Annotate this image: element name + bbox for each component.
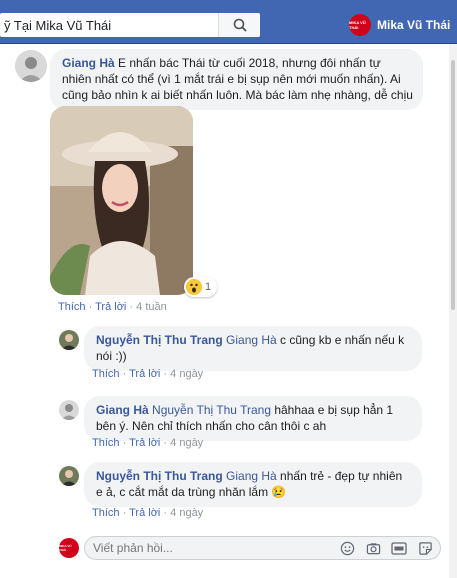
search-input[interactable] — [0, 13, 218, 37]
search-icon — [233, 18, 247, 32]
wow-emoji-icon — [186, 279, 202, 295]
separator: · — [129, 301, 134, 313]
like-link[interactable]: Thích — [92, 507, 120, 519]
camera-icon[interactable] — [364, 539, 382, 557]
reply-tag[interactable]: Nguyễn Thị Thu Trang — [152, 403, 271, 417]
reply-link[interactable]: Trả lời — [129, 437, 160, 449]
like-link[interactable]: Thích — [92, 368, 120, 380]
main-comment-actions: Thích · Trả lời · 4 tuần — [58, 301, 167, 313]
profile-avatar: MIKA VŨ THÁI — [349, 14, 371, 36]
separator: · — [122, 507, 127, 519]
avatar-giang-ha[interactable] — [59, 400, 79, 420]
comment-photo[interactable] — [50, 106, 193, 295]
top-bar: MIKA VŨ THÁI Mika Vũ Thái — [0, 0, 457, 44]
reply-time[interactable]: 4 ngày — [170, 507, 203, 519]
profile-name: Mika Vũ Thái — [377, 18, 451, 32]
main-comment-bubble: Giang Hà E nhấn bác Thái từ cuối 2018, n… — [50, 49, 423, 110]
reply-input[interactable] — [85, 541, 330, 555]
separator: · — [163, 368, 168, 380]
current-user-logo-text: MIKA VŨ THÁI — [59, 544, 72, 552]
profile-link[interactable]: MIKA VŨ THÁI Mika Vũ Thái — [349, 14, 450, 36]
reply-author[interactable]: Nguyễn Thị Thu Trang — [96, 333, 223, 347]
reply-tag[interactable]: Giang Hà — [226, 333, 277, 347]
reply-box — [84, 536, 441, 560]
reply-icons — [330, 539, 440, 557]
comment-text: E nhấn bác Thái từ cuối 2018, nhưng đôi … — [62, 56, 413, 102]
like-link[interactable]: Thích — [92, 437, 120, 449]
avatar-giang-ha[interactable] — [15, 50, 47, 82]
reaction-count: 1 — [205, 281, 212, 293]
search-box — [0, 13, 260, 37]
avatar-nguyen-thi-thu-trang[interactable] — [59, 330, 79, 350]
gif-icon[interactable] — [390, 539, 408, 557]
current-user-avatar: MIKA VŨ THÁI — [59, 538, 79, 558]
separator: · — [163, 437, 168, 449]
avatar-nguyen-thi-thu-trang[interactable] — [59, 466, 79, 486]
separator: · — [88, 301, 93, 313]
sticker-icon[interactable] — [416, 539, 434, 557]
like-link[interactable]: Thích — [58, 301, 86, 313]
reply-time[interactable]: 4 ngày — [170, 437, 203, 449]
search-button[interactable] — [218, 13, 260, 37]
reply-bubble: Nguyễn Thị Thu Trang Giang Hà nhấn trẻ -… — [84, 462, 422, 507]
separator: · — [163, 507, 168, 519]
profile-logo-text: MIKA VŨ THÁI — [349, 20, 366, 30]
reply-link[interactable]: Trả lời — [129, 507, 160, 519]
separator: · — [122, 368, 127, 380]
comment-time[interactable]: 4 tuần — [136, 301, 167, 313]
reply-link[interactable]: Trả lời — [95, 301, 126, 313]
reply-actions: Thích · Trả lời · 4 ngày — [92, 368, 203, 380]
emoji-icon[interactable] — [338, 539, 356, 557]
reply-actions: Thích · Trả lời · 4 ngày — [92, 507, 203, 519]
reply-bubble: Giang Hà Nguyễn Thị Thu Trang hâhhaa e b… — [84, 396, 422, 441]
comment-author[interactable]: Giang Hà — [62, 56, 115, 70]
separator: · — [122, 437, 127, 449]
reply-tag[interactable]: Giang Hà — [226, 469, 277, 483]
scrollbar-thumb[interactable] — [451, 60, 455, 310]
reply-author[interactable]: Nguyễn Thị Thu Trang — [96, 469, 223, 483]
reply-time[interactable]: 4 ngày — [170, 368, 203, 380]
reply-bubble: Nguyễn Thị Thu Trang Giang Hà c cũng kb … — [84, 326, 422, 371]
reply-author[interactable]: Giang Hà — [96, 403, 149, 417]
reaction-badge[interactable]: 1 — [184, 277, 218, 297]
reply-actions: Thích · Trả lời · 4 ngày — [92, 437, 203, 449]
reply-link[interactable]: Trả lời — [129, 368, 160, 380]
